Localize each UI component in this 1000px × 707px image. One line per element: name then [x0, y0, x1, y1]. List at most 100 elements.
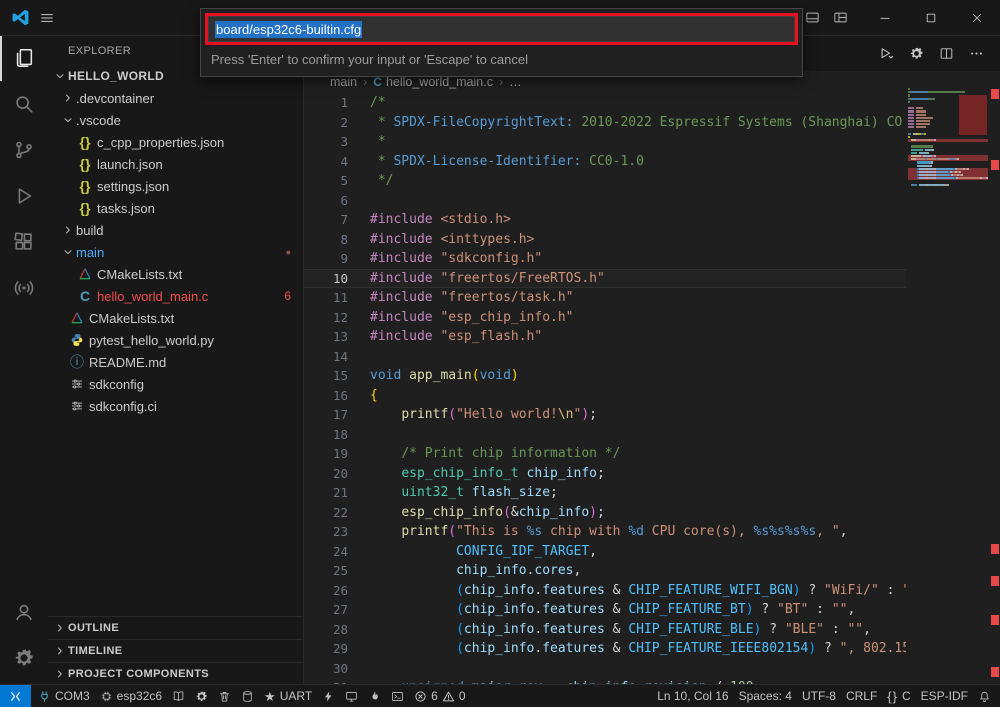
activity-accounts[interactable]: [0, 589, 48, 635]
tree-item-vscode[interactable]: .vscode: [48, 109, 303, 131]
code-line-28[interactable]: 28 (chip_info.features & CHIP_FEATURE_BL…: [304, 620, 906, 640]
activity-explorer[interactable]: [0, 35, 48, 81]
flash-method-button[interactable]: ★UART: [259, 685, 317, 707]
toggle-panel-button[interactable]: [805, 10, 820, 25]
cursor-position[interactable]: Ln 10, Col 16: [652, 685, 733, 707]
tree-item-cmakelists-txt[interactable]: CMakeLists.txt: [48, 263, 303, 285]
line-number[interactable]: 1: [304, 93, 348, 113]
line-number[interactable]: 12: [304, 308, 348, 328]
code-line-21[interactable]: 21 uint32_t flash_size;: [304, 483, 906, 503]
activity-search[interactable]: [0, 81, 48, 127]
erase-flash-button[interactable]: [236, 685, 259, 707]
configure-run-button[interactable]: [909, 46, 924, 61]
line-number[interactable]: 11: [304, 288, 348, 308]
tree-item-readme-md[interactable]: ⓘREADME.md: [48, 351, 303, 373]
tree-item-devcontainer[interactable]: .devcontainer: [48, 87, 303, 109]
tree-item-cmakelists-txt[interactable]: CMakeLists.txt: [48, 307, 303, 329]
customize-layout-button[interactable]: [833, 10, 848, 25]
code-line-27[interactable]: 27 (chip_info.features & CHIP_FEATURE_BT…: [304, 600, 906, 620]
line-number[interactable]: 9: [304, 249, 348, 269]
code-line-26[interactable]: 26 (chip_info.features & CHIP_FEATURE_WI…: [304, 581, 906, 601]
section-outline[interactable]: OUTLINE: [48, 617, 303, 639]
indentation[interactable]: Spaces: 4: [734, 685, 797, 707]
line-number[interactable]: 4: [304, 152, 348, 172]
line-number[interactable]: 18: [304, 425, 348, 445]
line-number[interactable]: 7: [304, 210, 348, 230]
code-line-25[interactable]: 25 chip_info.cores,: [304, 561, 906, 581]
line-number[interactable]: 14: [304, 347, 348, 367]
line-number[interactable]: 23: [304, 522, 348, 542]
line-number[interactable]: 16: [304, 386, 348, 406]
code-line-24[interactable]: 24 CONFIG_IDF_TARGET,: [304, 542, 906, 562]
line-number[interactable]: 19: [304, 444, 348, 464]
code-line-13[interactable]: 13#include "esp_flash.h": [304, 327, 906, 347]
line-number[interactable]: 17: [304, 405, 348, 425]
section-project-components[interactable]: PROJECT COMPONENTS: [48, 662, 303, 685]
code-line-8[interactable]: 8#include <inttypes.h>: [304, 230, 906, 250]
line-number[interactable]: 25: [304, 561, 348, 581]
maximize-button[interactable]: [908, 0, 954, 35]
serial-port-button[interactable]: COM3: [33, 685, 95, 707]
code-line-14[interactable]: 14: [304, 347, 906, 367]
quick-input-field[interactable]: board/esp32c6-builtin.cfg: [208, 16, 795, 42]
activity-extensions[interactable]: [0, 219, 48, 265]
code-line-9[interactable]: 9#include "sdkconfig.h": [304, 249, 906, 269]
activity-source-control[interactable]: [0, 127, 48, 173]
code-line-17[interactable]: 17 printf("Hello world!\n");: [304, 405, 906, 425]
language-mode[interactable]: {}C: [882, 685, 915, 707]
code-line-30[interactable]: 30: [304, 659, 906, 679]
code-line-19[interactable]: 19 /* Print chip information */: [304, 444, 906, 464]
code-line-20[interactable]: 20 esp_chip_info_t chip_info;: [304, 464, 906, 484]
line-number[interactable]: 10: [304, 269, 348, 289]
menu-icon[interactable]: [39, 10, 55, 26]
code-line-7[interactable]: 7#include <stdio.h>: [304, 210, 906, 230]
tree-item-build[interactable]: build: [48, 219, 303, 241]
close-button[interactable]: [954, 0, 1000, 35]
code-line-16[interactable]: 16{: [304, 386, 906, 406]
tree-item-main[interactable]: main●: [48, 241, 303, 263]
activity-manage-settings[interactable]: [0, 635, 48, 681]
tree-item-settings-json[interactable]: {}settings.json: [48, 175, 303, 197]
line-number[interactable]: 27: [304, 600, 348, 620]
tree-item-c-cpp-properties-json[interactable]: {}c_cpp_properties.json: [48, 131, 303, 153]
breadcrumb-item-hello-world-main-c[interactable]: Chello_world_main.c: [373, 75, 493, 89]
line-number[interactable]: 26: [304, 581, 348, 601]
full-clean-button[interactable]: [213, 685, 236, 707]
line-number[interactable]: 2: [304, 113, 348, 133]
minimize-button[interactable]: [862, 0, 908, 35]
breadcrumb-item-[interactable]: …: [509, 75, 522, 89]
line-number[interactable]: 29: [304, 639, 348, 659]
line-number[interactable]: 13: [304, 327, 348, 347]
line-number[interactable]: 20: [304, 464, 348, 484]
remote-indicator[interactable]: [0, 685, 31, 707]
line-number[interactable]: 15: [304, 366, 348, 386]
menuconfig-button[interactable]: [190, 685, 213, 707]
code-line-12[interactable]: 12#include "esp_chip_info.h": [304, 308, 906, 328]
tree-item-sdkconfig-ci[interactable]: sdkconfig.ci: [48, 395, 303, 417]
code-line-2[interactable]: 2 * SPDX-FileCopyrightText: 2010-2022 Es…: [304, 113, 906, 133]
code-line-6[interactable]: 6: [304, 191, 906, 211]
line-number[interactable]: 30: [304, 659, 348, 679]
code-line-5[interactable]: 5 */: [304, 171, 906, 191]
esp-idf-extension[interactable]: ESP-IDF: [916, 685, 973, 707]
activity-esp-idf-explorer[interactable]: [0, 265, 48, 311]
notifications-bell[interactable]: [973, 685, 996, 707]
build-flash-monitor-button[interactable]: [363, 685, 386, 707]
tree-item-tasks-json[interactable]: {}tasks.json: [48, 197, 303, 219]
line-number[interactable]: 21: [304, 483, 348, 503]
line-number[interactable]: 3: [304, 132, 348, 152]
tree-item-sdkconfig[interactable]: sdkconfig: [48, 373, 303, 395]
idf-target-button[interactable]: esp32c6: [95, 685, 167, 707]
line-number[interactable]: 8: [304, 230, 348, 250]
encoding[interactable]: UTF-8: [797, 685, 841, 707]
code-line-4[interactable]: 4 * SPDX-License-Identifier: CC0-1.0: [304, 152, 906, 172]
line-number[interactable]: 28: [304, 620, 348, 640]
tree-item-launch-json[interactable]: {}launch.json: [48, 153, 303, 175]
more-actions-button[interactable]: [969, 46, 984, 61]
section-timeline[interactable]: TIMELINE: [48, 639, 303, 662]
tree-item-pytest-hello-world-py[interactable]: pytest_hello_world.py: [48, 329, 303, 351]
minimap[interactable]: [908, 88, 988, 685]
open-idf-terminal-button[interactable]: [167, 685, 190, 707]
problems-button[interactable]: 60: [409, 685, 470, 707]
idf-terminal-button[interactable]: [386, 685, 409, 707]
